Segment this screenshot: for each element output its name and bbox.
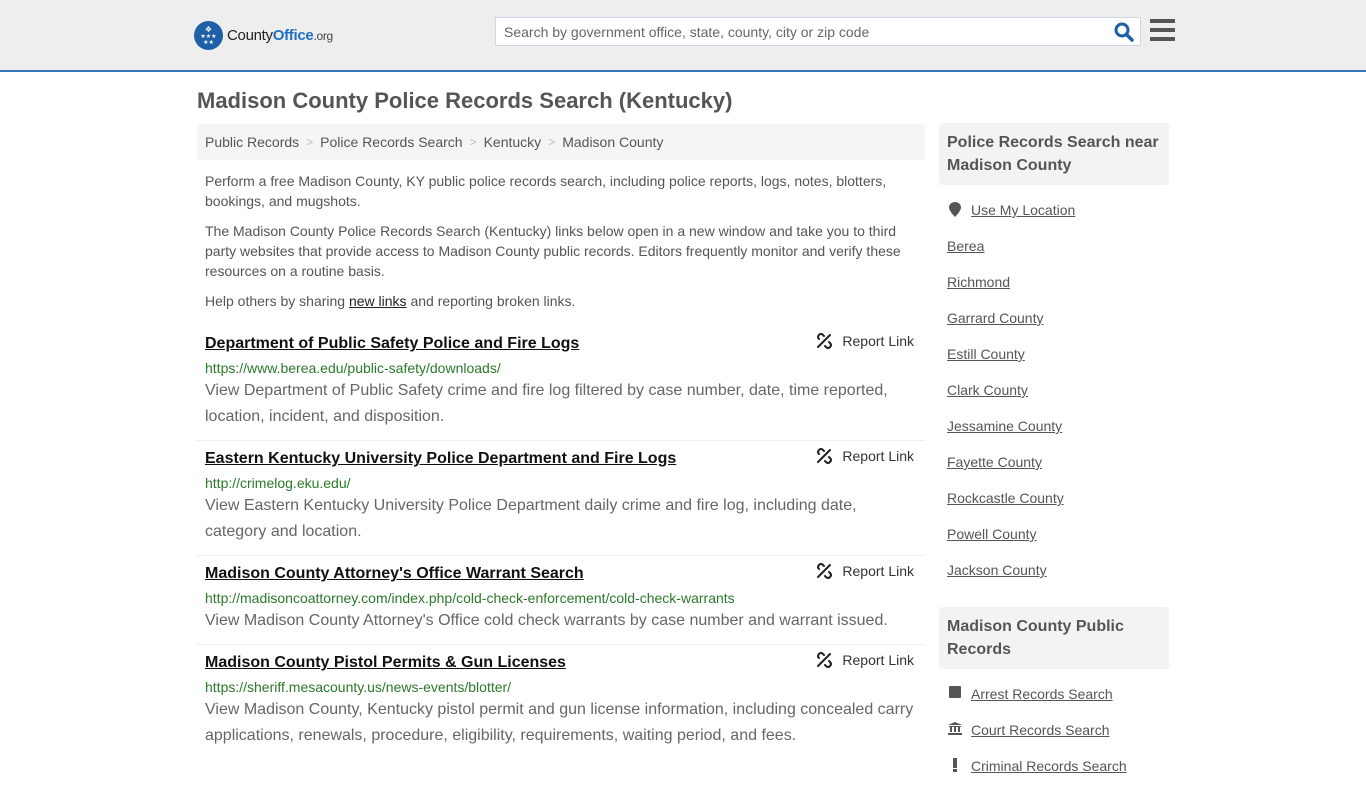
breadcrumb-madison-county: Madison County	[562, 134, 664, 150]
report-link-button[interactable]: Report Link	[816, 333, 914, 349]
result-title-link[interactable]: Madison County Pistol Permits & Gun Lice…	[205, 652, 566, 674]
nearby-link-rockcastle-county[interactable]: Rockcastle County	[947, 490, 1064, 506]
nearby-item: Jackson County	[947, 559, 1161, 595]
public-record-item: Court Records Search	[947, 719, 1161, 755]
nearby-link-clark-county[interactable]: Clark County	[947, 382, 1028, 398]
exclamation-icon	[947, 758, 963, 772]
criminal-records-link[interactable]: Criminal Records Search	[971, 758, 1127, 774]
nearby-item: Berea	[947, 235, 1161, 271]
breadcrumb-separator: >	[548, 135, 556, 149]
nearby-list: Use My Location Berea Richmond Garrard C…	[939, 185, 1169, 605]
court-records-link[interactable]: Court Records Search	[971, 722, 1110, 738]
site-header: ❖ ★★★ ★★ CountyOffice.org	[0, 0, 1366, 72]
courthouse-icon	[947, 722, 963, 735]
breadcrumb-police-records-search[interactable]: Police Records Search	[320, 134, 462, 150]
result-url: http://crimelog.eku.edu/	[205, 475, 351, 491]
use-location-item: Use My Location	[947, 199, 1161, 235]
breadcrumb-public-records[interactable]: Public Records	[205, 134, 299, 150]
result-description: View Department of Public Safety crime a…	[205, 382, 888, 425]
result-description: View Eastern Kentucky University Police …	[205, 497, 857, 540]
result-description: View Madison County, Kentucky pistol per…	[205, 701, 914, 744]
search-button[interactable]	[1114, 22, 1134, 42]
search-icon	[1114, 22, 1134, 42]
result-title-link[interactable]: Madison County Attorney's Office Warrant…	[205, 563, 584, 585]
intro-paragraph: Help others by sharing new links and rep…	[205, 293, 576, 309]
report-link-button[interactable]: Report Link	[816, 563, 914, 579]
nearby-link-jessamine-county[interactable]: Jessamine County	[947, 418, 1062, 434]
broken-link-icon	[817, 563, 833, 579]
result-url: https://www.berea.edu/public-safety/down…	[205, 360, 501, 376]
use-my-location-link[interactable]: Use My Location	[971, 202, 1075, 218]
square-icon	[947, 686, 963, 698]
search-box	[495, 17, 1141, 46]
intro-paragraph: The Madison County Police Records Search…	[205, 223, 901, 279]
page-title: Madison County Police Records Search (Ke…	[197, 88, 733, 113]
result-item: Madison County Pistol Permits & Gun Lice…	[197, 645, 925, 759]
nearby-item: Jessamine County	[947, 415, 1161, 451]
intro-paragraph: Perform a free Madison County, KY public…	[205, 173, 887, 209]
search-input[interactable]	[496, 18, 1106, 45]
public-record-item: Arrest Records Search	[947, 683, 1161, 719]
nearby-item: Rockcastle County	[947, 487, 1161, 523]
result-item: Madison County Attorney's Office Warrant…	[197, 556, 925, 645]
report-link-button[interactable]: Report Link	[816, 652, 914, 668]
arrest-records-link[interactable]: Arrest Records Search	[971, 686, 1113, 702]
eagle-logo-icon: ❖ ★★★ ★★	[194, 20, 223, 50]
new-links-link[interactable]: new links	[349, 293, 407, 309]
nearby-item: Garrard County	[947, 307, 1161, 343]
nearby-link-powell-county[interactable]: Powell County	[947, 526, 1037, 542]
nearby-item: Powell County	[947, 523, 1161, 559]
results-list: Department of Public Safety Police and F…	[197, 326, 925, 759]
hamburger-menu-icon[interactable]	[1150, 19, 1175, 42]
result-url: https://sheriff.mesacounty.us/news-event…	[205, 679, 512, 695]
nearby-item: Richmond	[947, 271, 1161, 307]
result-title-link[interactable]: Eastern Kentucky University Police Depar…	[205, 448, 676, 470]
report-link-button[interactable]: Report Link	[816, 448, 914, 464]
result-description: View Madison County Attorney's Office co…	[205, 612, 888, 629]
nearby-heading: Police Records Search near Madison Count…	[939, 123, 1169, 185]
sidebar: Police Records Search near Madison Count…	[939, 123, 1169, 801]
nearby-link-berea[interactable]: Berea	[947, 238, 984, 254]
broken-link-icon	[817, 333, 833, 349]
broken-link-icon	[817, 448, 833, 464]
map-marker-icon	[947, 202, 963, 217]
result-item: Department of Public Safety Police and F…	[197, 326, 925, 441]
breadcrumb: Public Records > Police Records Search >…	[197, 124, 925, 160]
logo-text: CountyOffice.org	[227, 26, 333, 44]
nearby-link-fayette-county[interactable]: Fayette County	[947, 454, 1042, 470]
intro-text: Perform a free Madison County, KY public…	[205, 171, 917, 321]
nearby-item: Fayette County	[947, 451, 1161, 487]
breadcrumb-kentucky[interactable]: Kentucky	[484, 134, 542, 150]
nearby-item: Estill County	[947, 343, 1161, 379]
breadcrumb-separator: >	[306, 135, 314, 149]
nearby-item: Clark County	[947, 379, 1161, 415]
broken-link-icon	[817, 652, 833, 668]
public-records-list: Arrest Records Search Court Records Sear…	[939, 669, 1169, 801]
nearby-link-jackson-county[interactable]: Jackson County	[947, 562, 1047, 578]
breadcrumb-separator: >	[469, 135, 477, 149]
public-records-heading: Madison County Public Records	[939, 607, 1169, 669]
nearby-link-richmond[interactable]: Richmond	[947, 274, 1010, 290]
nearby-link-garrard-county[interactable]: Garrard County	[947, 310, 1043, 326]
result-title-link[interactable]: Department of Public Safety Police and F…	[205, 333, 579, 355]
result-item: Eastern Kentucky University Police Depar…	[197, 441, 925, 556]
site-logo[interactable]: ❖ ★★★ ★★ CountyOffice.org	[194, 20, 333, 50]
result-url: http://madisoncoattorney.com/index.php/c…	[205, 590, 735, 606]
public-record-item: Criminal Records Search	[947, 755, 1161, 791]
nearby-link-estill-county[interactable]: Estill County	[947, 346, 1025, 362]
